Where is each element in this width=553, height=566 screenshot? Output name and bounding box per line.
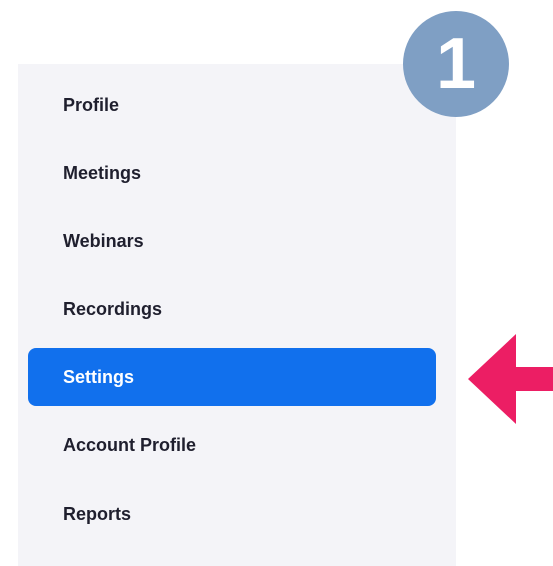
sidebar-item-label: Settings [63,366,135,387]
sidebar-item-label: Profile [63,94,120,115]
sidebar-item-settings[interactable]: Settings [28,348,436,406]
sidebar-item-webinars[interactable]: Webinars [28,212,436,270]
sidebar-item-meetings[interactable]: Meetings [28,144,436,202]
sidebar-item-profile[interactable]: Profile [28,76,436,134]
sidebar-item-label: Webinars [63,230,144,251]
left-arrow-icon [468,334,553,424]
sidebar-item-label: Meetings [63,162,142,183]
sidebar-item-reports[interactable]: Reports [28,485,436,543]
sidebar-item-account-profile[interactable]: Account Profile [28,416,436,474]
sidebar-item-label: Recordings [63,298,163,319]
nav-sidebar: Profile Meetings Webinars Recordings Set… [18,64,456,566]
step-number-badge: 1 [403,11,509,117]
step-number: 1 [435,24,477,104]
sidebar-item-label: Account Profile [63,434,197,455]
sidebar-item-recordings[interactable]: Recordings [28,280,436,338]
sidebar-item-label: Reports [63,503,132,524]
